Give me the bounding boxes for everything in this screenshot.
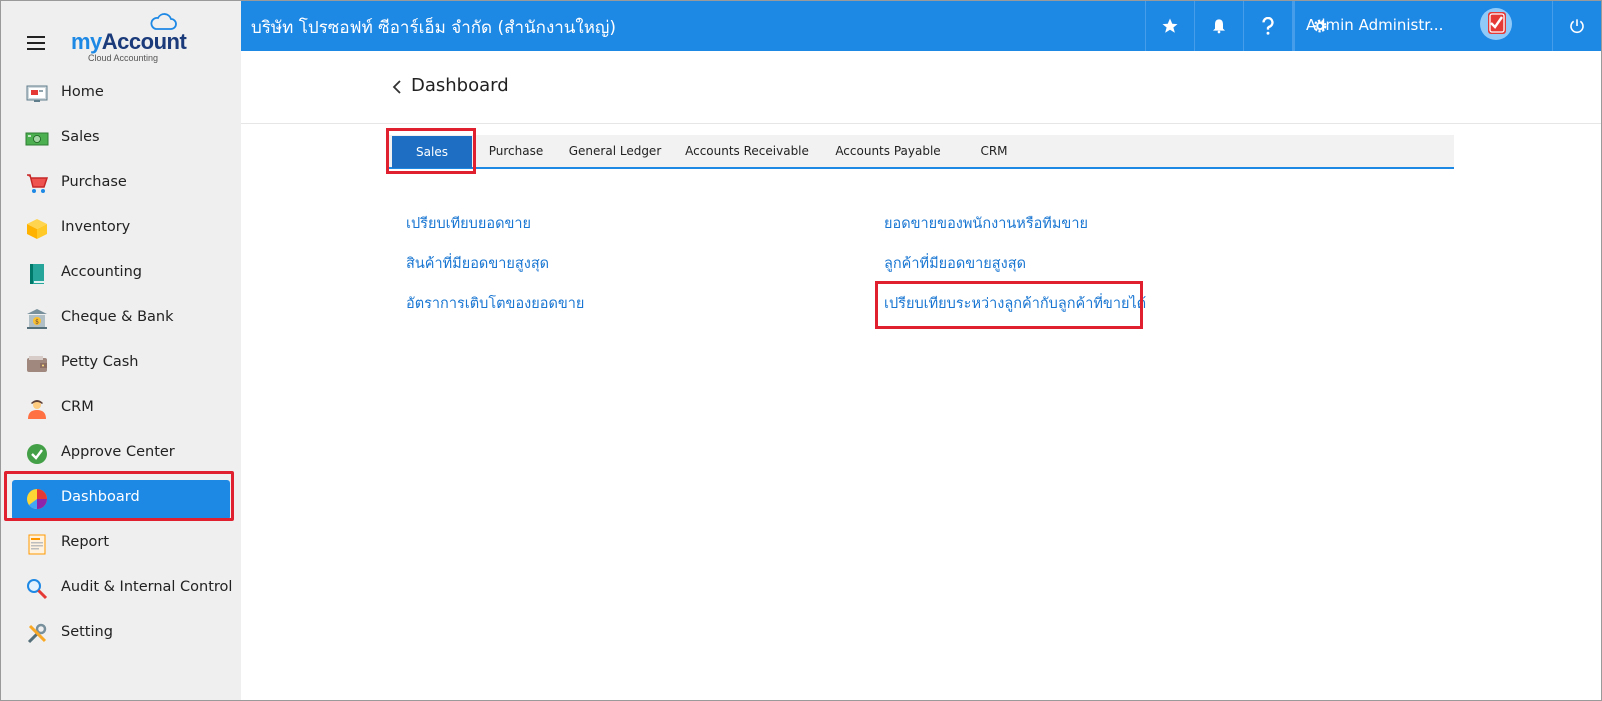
gear-icon: [1313, 19, 1326, 33]
sidebar-item-purchase[interactable]: Purchase: [1, 161, 241, 206]
box-icon: [27, 219, 47, 239]
page-title: Dashboard: [411, 75, 509, 96]
bank-icon: $: [27, 309, 47, 329]
logo-text: myAccount: [71, 29, 187, 54]
company-name: บริษัท โปรซอฟท์ ซีอาร์เอ็ม จำกัด (สำนักง…: [251, 18, 617, 38]
sidebar-item-label: Approve Center: [61, 444, 175, 460]
sidebar-item-accounting[interactable]: Accounting: [1, 251, 241, 296]
avatar: [1480, 8, 1512, 40]
sidebar-item-label: Home: [61, 84, 104, 100]
sidebar-item-approve-center[interactable]: Approve Center: [1, 431, 241, 476]
link-top-customers[interactable]: ลูกค้าที่มียอดขายสูงสุด: [884, 252, 1026, 275]
bell-icon: [1213, 19, 1225, 34]
favorites-button[interactable]: [1145, 1, 1194, 51]
logo-tagline: Cloud Accounting: [88, 53, 159, 63]
logo-area: myAccount Cloud Accounting: [1, 1, 241, 67]
power-icon: [1570, 19, 1584, 34]
dashboard-tabs: Sales Purchase General Ledger Accounts R…: [388, 135, 1454, 169]
settings-button[interactable]: [1294, 1, 1344, 51]
sidebar: myAccount Cloud Accounting Home Sales Pu…: [1, 1, 241, 700]
star-icon: [1162, 18, 1178, 33]
link-sales-growth-rate[interactable]: อัตราการเติบโตของยอดขาย: [406, 292, 584, 315]
customer-compare-highlight-box: [875, 281, 1143, 329]
svg-text:$: $: [35, 319, 39, 326]
people-icon: [28, 400, 46, 419]
tools-icon: [27, 623, 47, 644]
sidebar-item-sales[interactable]: Sales: [1, 116, 241, 161]
report-icon: [28, 534, 46, 555]
sidebar-item-label: Petty Cash: [61, 354, 139, 370]
sales-tab-highlight-box: [386, 128, 476, 174]
sidebar-item-label: Report: [61, 534, 110, 550]
sidebar-item-label: Cheque & Bank: [61, 309, 174, 325]
top-bar: บริษัท โปรซอฟท์ ซีอาร์เอ็ม จำกัด (สำนักง…: [241, 1, 1601, 51]
check-circle-icon: [27, 444, 47, 464]
sidebar-item-inventory[interactable]: Inventory: [1, 206, 241, 251]
sidebar-item-label: Inventory: [61, 219, 131, 235]
sidebar-item-crm[interactable]: CRM: [1, 386, 241, 431]
sidebar-item-setting[interactable]: Setting: [1, 611, 241, 656]
sidebar-item-audit[interactable]: Audit & Internal Control: [1, 566, 241, 611]
logout-button[interactable]: [1552, 1, 1601, 51]
sidebar-item-petty-cash[interactable]: Petty Cash: [1, 341, 241, 386]
link-top-selling-products[interactable]: สินค้าที่มียอดขายสูงสุด: [406, 252, 549, 275]
sidebar-menu: Home Sales Purchase Inventory Accounting…: [1, 71, 241, 656]
sidebar-item-home[interactable]: Home: [1, 71, 241, 116]
sales-icon: [25, 132, 49, 146]
tab-purchase[interactable]: Purchase: [474, 135, 558, 167]
sidebar-item-label: Setting: [61, 624, 113, 640]
cart-icon: [27, 174, 49, 193]
tab-general-ledger[interactable]: General Ledger: [558, 135, 672, 167]
question-icon: [1262, 17, 1274, 35]
sidebar-item-label: Audit & Internal Control: [61, 579, 233, 595]
tab-accounts-payable[interactable]: Accounts Payable: [822, 135, 954, 167]
logo[interactable]: myAccount Cloud Accounting: [71, 11, 191, 67]
sidebar-item-label: Purchase: [61, 174, 127, 190]
link-sales-by-staff[interactable]: ยอดขายของพนักงานหรือทีมขาย: [884, 212, 1088, 235]
dashboard-highlight-box: [4, 471, 234, 521]
sidebar-item-label: Accounting: [61, 264, 142, 280]
wallet-icon: [27, 356, 47, 372]
sidebar-item-label: Sales: [61, 129, 100, 145]
page-header: Dashboard: [241, 51, 1601, 124]
notifications-button[interactable]: [1194, 1, 1243, 51]
tab-crm[interactable]: CRM: [954, 135, 1034, 167]
magnifier-icon: [27, 579, 48, 600]
help-button[interactable]: [1243, 1, 1292, 51]
sidebar-item-report[interactable]: Report: [1, 521, 241, 566]
tab-accounts-receivable[interactable]: Accounts Receivable: [672, 135, 822, 167]
book-icon: [30, 264, 44, 284]
link-compare-sales[interactable]: เปรียบเทียบยอดขาย: [406, 212, 531, 235]
home-icon: [26, 85, 48, 102]
chevron-left-icon[interactable]: [389, 78, 405, 96]
sidebar-item-label: CRM: [61, 399, 94, 415]
sidebar-item-cheque-bank[interactable]: $ Cheque & Bank: [1, 296, 241, 341]
hamburger-menu-icon[interactable]: [27, 36, 45, 50]
